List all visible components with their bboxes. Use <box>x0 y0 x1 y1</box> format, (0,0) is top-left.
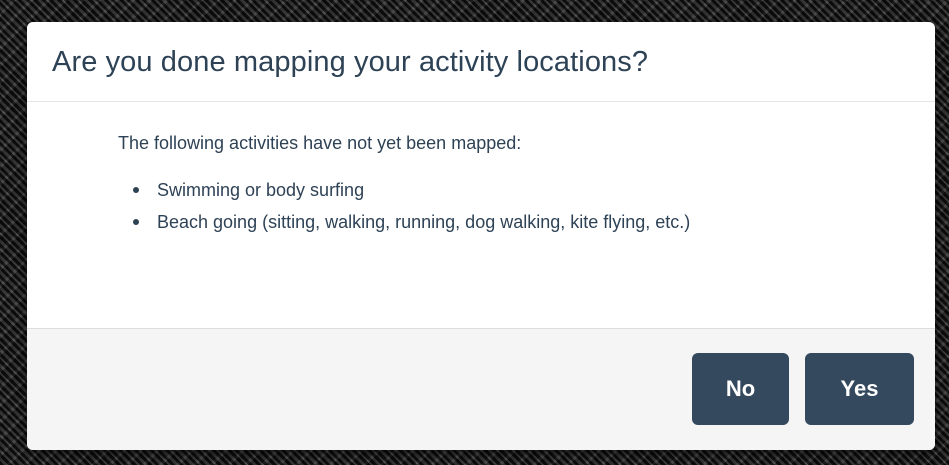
bullet-icon <box>133 219 139 225</box>
no-button[interactable]: No <box>692 353 789 425</box>
activity-label: Beach going (sitting, walking, running, … <box>157 212 691 232</box>
page-background: { "dialog": { "title": "Are you done map… <box>0 0 949 465</box>
list-item: Swimming or body surfing <box>118 179 690 211</box>
bullet-icon <box>133 187 139 193</box>
dialog-header: Are you done mapping your activity locat… <box>27 22 935 102</box>
dialog-body: The following activities have not yet be… <box>27 102 935 328</box>
list-item: Beach going (sitting, walking, running, … <box>118 211 690 243</box>
dialog-footer: No Yes <box>27 328 935 450</box>
dialog-intro-text: The following activities have not yet be… <box>118 133 522 153</box>
unmapped-activities-list: Swimming or body surfing Beach going (si… <box>118 179 690 243</box>
yes-button[interactable]: Yes <box>805 353 914 425</box>
confirmation-dialog: Are you done mapping your activity locat… <box>27 22 935 450</box>
dialog-title: Are you done mapping your activity locat… <box>52 46 649 78</box>
activity-label: Swimming or body surfing <box>157 180 365 200</box>
